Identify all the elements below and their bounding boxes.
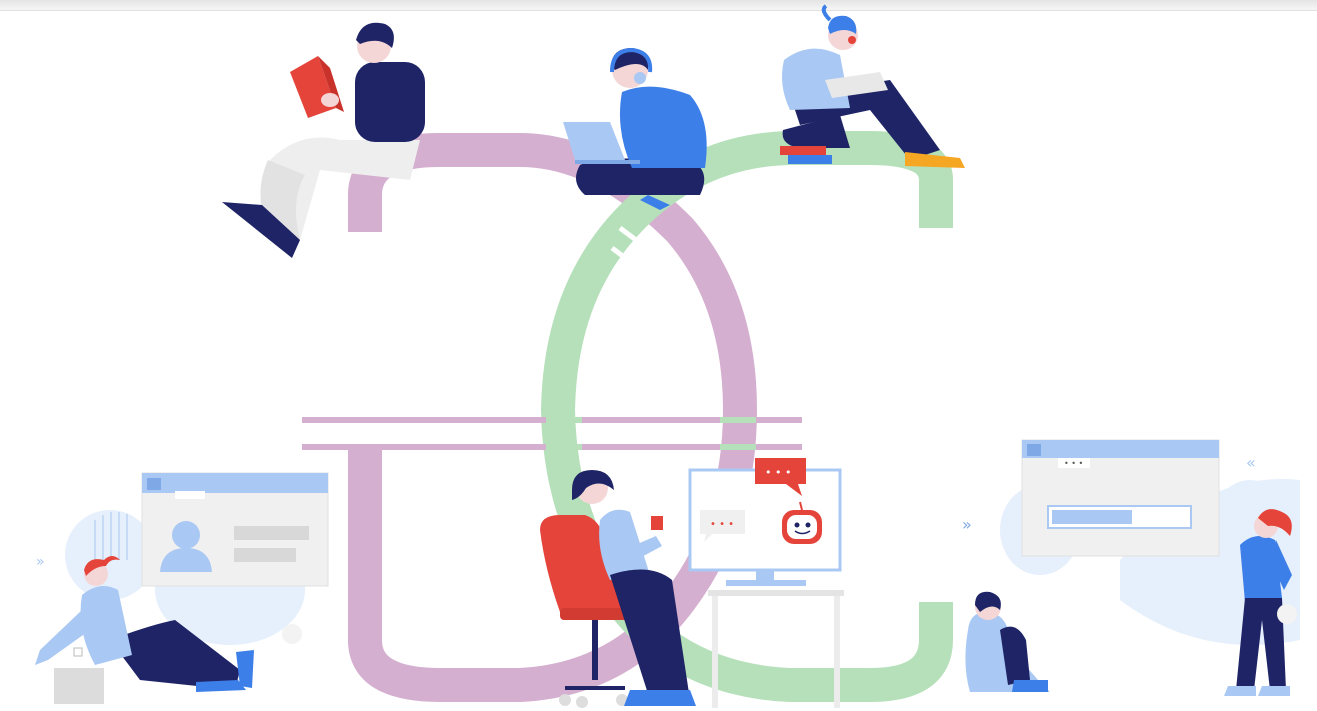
progress-bar-fill: [1052, 510, 1132, 524]
chat-bubble-small: • • •: [710, 519, 734, 530]
person-reading-book: [222, 22, 425, 258]
team-illustration: » • • • • • • • • • » «: [35, 4, 1300, 708]
person-with-profile-card: [35, 472, 329, 704]
illustration-scene: » • • • • • • • • • » «: [0, 0, 1317, 711]
chat-bubble-red: • • •: [765, 466, 791, 479]
svg-text:• • •: • • •: [1064, 459, 1083, 468]
person-with-progress-window: • • •: [965, 439, 1300, 696]
chevron-left-icon: «: [1246, 453, 1256, 472]
person-laptop-headphones: [563, 47, 707, 210]
chevron-right-icon: »: [36, 554, 45, 570]
chevron-right-icon: »: [962, 515, 972, 534]
user-avatar-icon: [172, 521, 200, 549]
